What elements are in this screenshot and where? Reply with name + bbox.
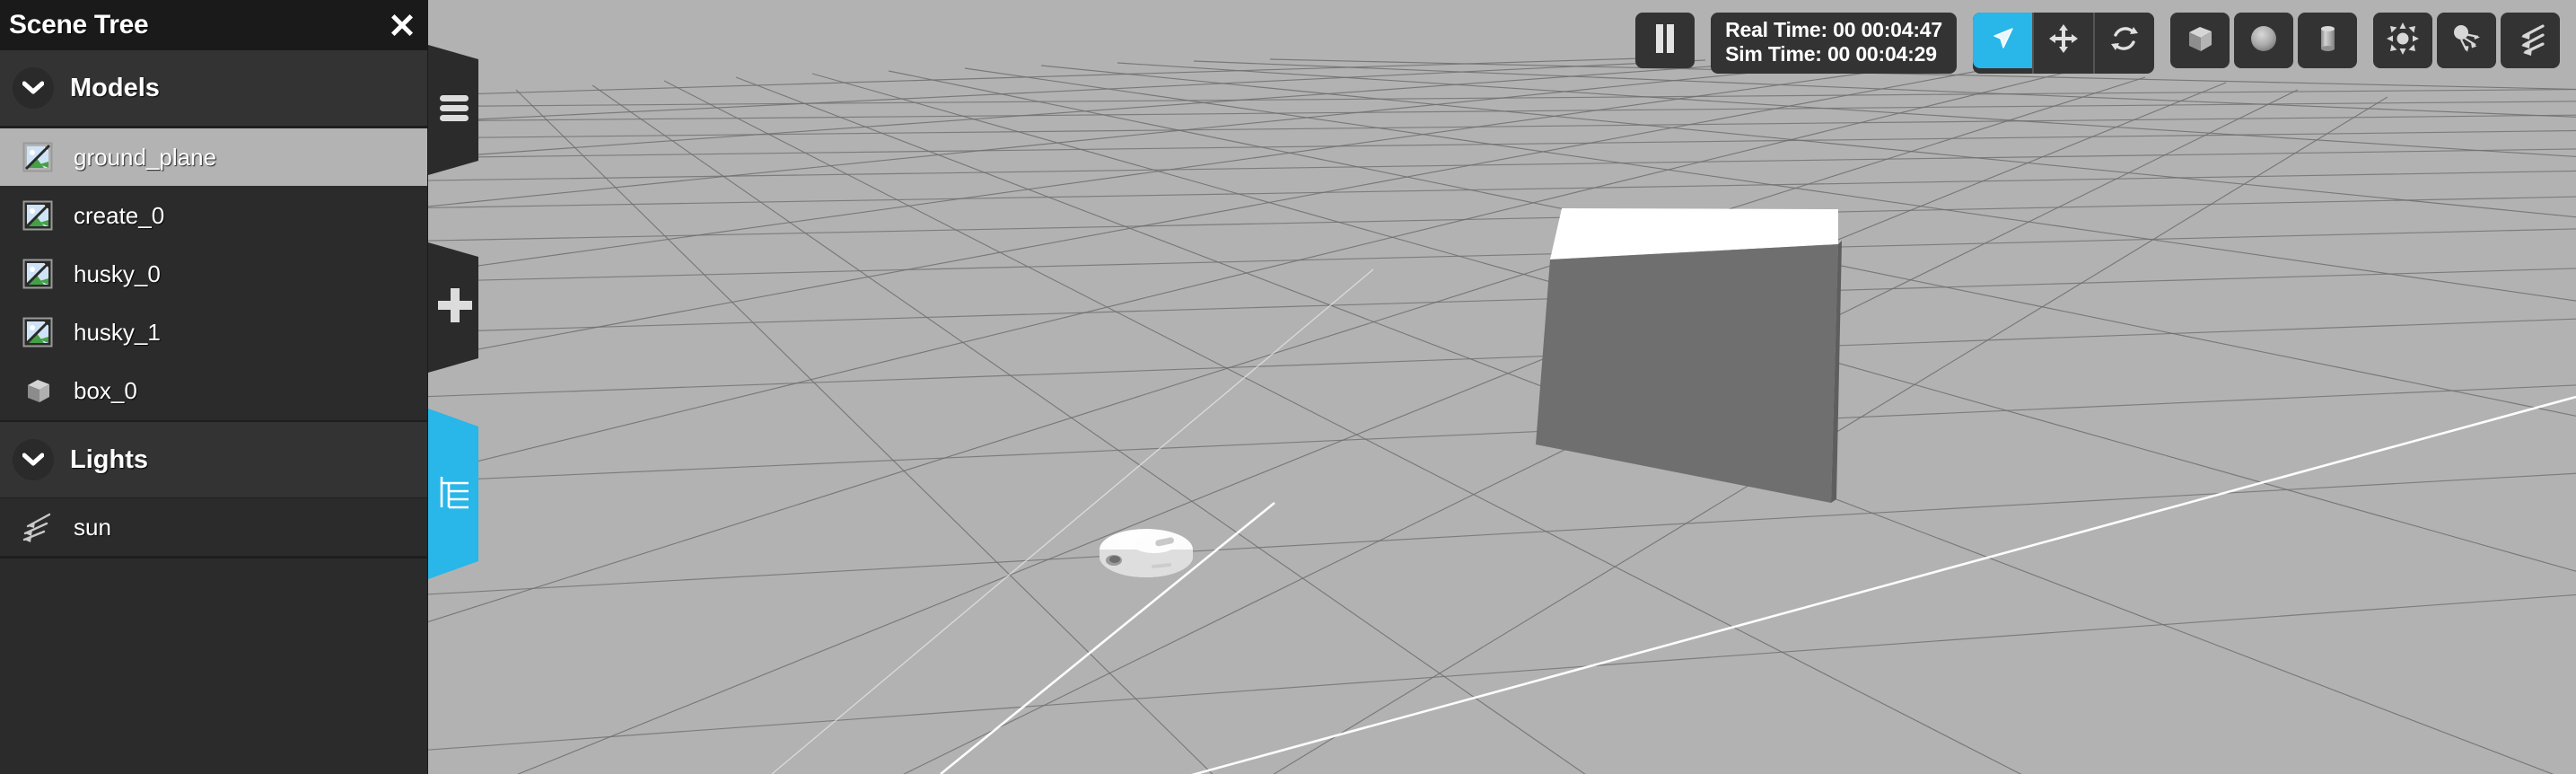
tree-hierarchy-icon: [438, 474, 472, 515]
mesh-image-icon: [20, 139, 56, 175]
sim-time-label: Sim Time: 00 00:04:29: [1725, 42, 1937, 66]
lights-group: [2373, 13, 2560, 74]
tree-item-create-0[interactable]: create_0: [0, 187, 427, 245]
hamburger-menu-icon: [440, 94, 470, 126]
mesh-image-icon: [20, 256, 56, 292]
panel-header: Scene Tree: [0, 0, 427, 50]
models-list: ground_plane create_0 husky_0 husky_1 bo…: [0, 128, 427, 420]
gazebo-app: Scene Tree Models ground_plane create_0 …: [0, 0, 2576, 774]
list-divider: [0, 557, 427, 559]
top-toolbar: Real Time: 00 00:04:47 Sim Time: 00 00:0…: [1635, 13, 2560, 75]
tree-item-box-0[interactable]: box_0: [0, 362, 427, 420]
tree-item-husky-1[interactable]: husky_1: [0, 303, 427, 362]
arrow-cursor-icon: [1987, 23, 2018, 58]
point-light-icon: [2386, 22, 2420, 60]
translate-tool[interactable]: [2034, 13, 2093, 68]
real-time-label: Real Time: 00 00:04:47: [1725, 18, 1942, 41]
directional-light-icon: [2513, 22, 2547, 60]
group-label-lights: Lights: [70, 444, 148, 474]
primitive-shapes-group: [2170, 13, 2357, 74]
insert-directional-light-button[interactable]: [2501, 13, 2560, 68]
scene-object-create-robot[interactable]: [1100, 529, 1193, 577]
tree-item-label: husky_1: [74, 318, 161, 346]
group-header-models[interactable]: Models: [0, 50, 427, 127]
tree-item-label: box_0: [74, 376, 137, 404]
scene-tree-tab[interactable]: [428, 409, 487, 579]
tree-item-label: husky_0: [74, 259, 161, 287]
box-shape-icon: [20, 373, 56, 409]
rotate-tool[interactable]: [2095, 13, 2154, 68]
pause-button[interactable]: [1635, 13, 1695, 68]
pause-icon: [1653, 23, 1677, 58]
insert-point-light-button[interactable]: [2373, 13, 2432, 68]
tree-item-ground-plane[interactable]: ground_plane: [0, 128, 427, 187]
scene-tree-panel: Scene Tree Models ground_plane create_0 …: [0, 0, 428, 774]
tree-item-label: sun: [74, 513, 111, 541]
tree-item-label: create_0: [74, 201, 165, 229]
tree-item-husky-0[interactable]: husky_0: [0, 245, 427, 303]
lights-list: sun: [0, 498, 427, 557]
directional-light-icon: [20, 509, 56, 545]
move-arrows-icon: [2047, 22, 2080, 59]
spot-light-icon: [2449, 22, 2484, 60]
page-title: Scene Tree: [9, 10, 149, 40]
cube-icon: [2184, 22, 2216, 59]
mesh-image-icon: [20, 314, 56, 350]
tree-item-label: ground_plane: [74, 143, 217, 171]
chevron-down-icon: [13, 67, 54, 109]
insert-cylinder-button[interactable]: [2298, 13, 2357, 68]
chevron-down-icon: [13, 439, 54, 480]
insert-tab[interactable]: [428, 242, 487, 373]
group-label-models: Models: [70, 73, 160, 102]
rotate-circle-icon: [2108, 22, 2141, 59]
select-tool[interactable]: [1973, 13, 2032, 68]
tree-item-sun[interactable]: sun: [0, 498, 427, 557]
group-header-lights[interactable]: Lights: [0, 422, 427, 498]
insert-sphere-button[interactable]: [2234, 13, 2293, 68]
insert-spot-light-button[interactable]: [2437, 13, 2496, 68]
close-icon[interactable]: [386, 9, 418, 41]
menu-tab[interactable]: [428, 45, 487, 175]
simulation-time-display: Real Time: 00 00:04:47 Sim Time: 00 00:0…: [1711, 13, 1957, 75]
plus-icon: [437, 287, 473, 328]
cylinder-icon: [2311, 22, 2344, 59]
mesh-image-icon: [20, 198, 56, 233]
sphere-icon: [2247, 22, 2280, 59]
insert-box-button[interactable]: [2170, 13, 2230, 68]
transform-tool-group: [1973, 13, 2154, 75]
